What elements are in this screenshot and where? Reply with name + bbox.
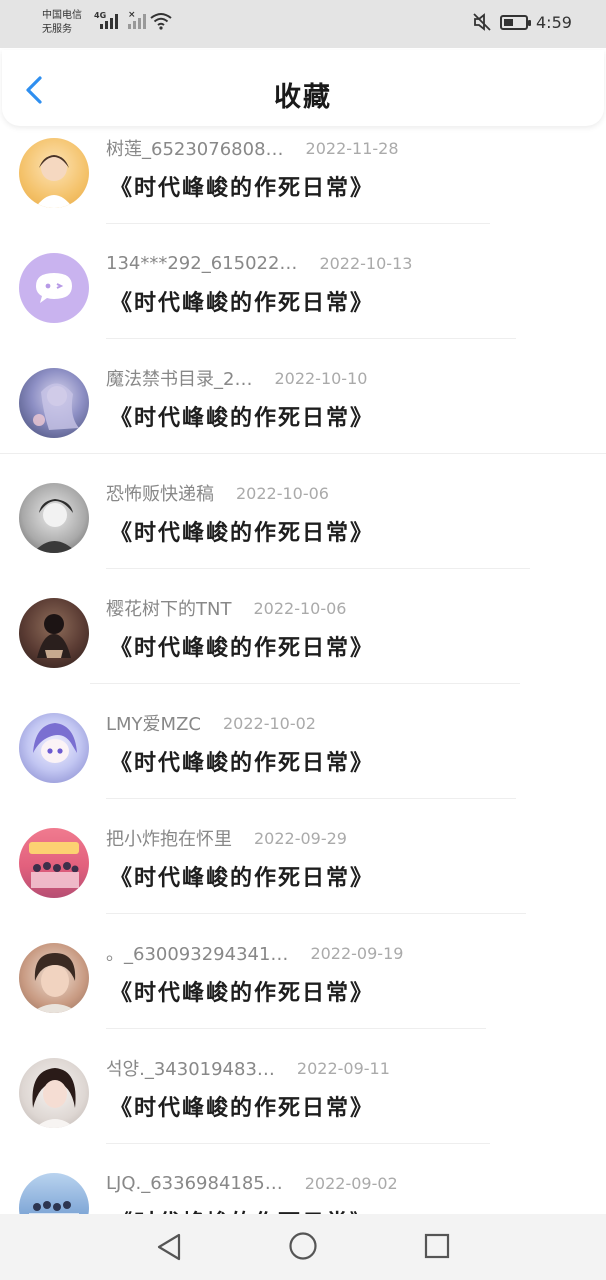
carrier-info: 中国电信 无服务 xyxy=(42,9,82,37)
username[interactable]: 把小炸抱在怀里 xyxy=(106,825,232,851)
book-title[interactable]: 《时代峰峻的作死日常》 xyxy=(110,515,374,547)
book-title[interactable]: 《时代峰峻的作死日常》 xyxy=(110,975,374,1007)
status-bar: 中国电信 无服务 4G × 4:59 xyxy=(0,0,606,48)
carrier-name: 中国电信 xyxy=(42,10,82,21)
date: 2022-09-29 xyxy=(254,828,347,848)
book-title[interactable]: 《时代峰峻的作死日常》 xyxy=(110,170,374,202)
username[interactable]: 。_630093294341… xyxy=(106,940,288,966)
list-item[interactable]: LJQ._6336984185… 2022-09-02 《时代峰峻的作死日常》 xyxy=(0,1161,606,1214)
list-item[interactable]: 魔法禁书目录_2… 2022-10-10 《时代峰峻的作死日常》 xyxy=(0,356,606,471)
item-meta: LJQ._6336984185… 2022-09-02 xyxy=(106,1171,398,1195)
divider xyxy=(106,223,490,224)
date: 2022-09-11 xyxy=(296,1058,390,1078)
item-meta: 。_630093294341… 2022-09-19 xyxy=(106,940,404,966)
nav-recents-icon[interactable] xyxy=(424,1233,450,1259)
item-meta: 134***292_615022… 2022-10-13 xyxy=(106,251,412,275)
favorites-list[interactable]: 树莲_6523076808… 2022-11-28 《时代峰峻的作死日常》 13… xyxy=(0,126,606,1214)
clock: 4:59 xyxy=(536,13,572,32)
divider xyxy=(106,1143,490,1144)
avatar[interactable] xyxy=(19,943,89,1013)
nav-back-icon[interactable] xyxy=(155,1232,183,1262)
avatar[interactable] xyxy=(19,1173,89,1214)
date: 2022-10-10 xyxy=(274,368,368,388)
nav-home-icon[interactable] xyxy=(288,1231,318,1261)
item-meta: 恐怖贩快递稿 2022-10-06 xyxy=(106,480,329,506)
avatar[interactable] xyxy=(19,1058,89,1128)
item-meta: 석양._343019483… 2022-09-11 xyxy=(106,1055,390,1081)
avatar[interactable] xyxy=(19,713,89,783)
avatar[interactable] xyxy=(19,253,89,323)
book-title[interactable]: 《时代峰峻的作死日常》 xyxy=(110,860,374,892)
username[interactable]: LJQ._6336984185… xyxy=(106,1173,283,1194)
avatar[interactable] xyxy=(19,828,89,898)
username[interactable]: 恐怖贩快递稿 xyxy=(106,480,214,506)
item-meta: LMY爱MZC 2022-10-02 xyxy=(106,710,316,736)
mute-icon xyxy=(473,13,491,31)
item-meta: 樱花树下的TNT 2022-10-06 xyxy=(106,595,347,621)
book-title[interactable]: 《时代峰峻的作死日常》 xyxy=(110,1205,374,1214)
page-title: 收藏 xyxy=(274,82,332,113)
list-item[interactable]: 樱花树下的TNT 2022-10-06 《时代峰峻的作死日常》 xyxy=(0,586,606,701)
service-status: 无服务 xyxy=(42,24,72,35)
date: 2022-10-02 xyxy=(222,713,316,733)
wifi-icon xyxy=(150,13,172,30)
avatar[interactable] xyxy=(19,138,89,208)
divider xyxy=(106,913,526,914)
date: 2022-09-19 xyxy=(310,943,404,963)
divider xyxy=(90,683,520,684)
username[interactable]: LMY爱MZC xyxy=(106,710,201,736)
signal-sim2-icon xyxy=(128,13,146,29)
list-item[interactable]: 把小炸抱在怀里 2022-09-29 《时代峰峻的作死日常》 xyxy=(0,816,606,931)
book-title[interactable]: 《时代峰峻的作死日常》 xyxy=(110,1090,374,1122)
divider xyxy=(106,798,516,799)
list-item[interactable]: 树莲_6523076808… 2022-11-28 《时代峰峻的作死日常》 xyxy=(0,126,606,241)
avatar[interactable] xyxy=(19,598,89,668)
system-nav-bar xyxy=(0,1214,606,1280)
avatar[interactable] xyxy=(19,368,89,438)
date: 2022-10-06 xyxy=(236,483,329,503)
book-title[interactable]: 《时代峰峻的作死日常》 xyxy=(110,745,374,777)
list-item[interactable]: 석양._343019483… 2022-09-11 《时代峰峻的作死日常》 xyxy=(0,1046,606,1161)
date: 2022-09-02 xyxy=(304,1173,398,1193)
book-title[interactable]: 《时代峰峻的作死日常》 xyxy=(110,400,374,432)
book-title[interactable]: 《时代峰峻的作死日常》 xyxy=(110,630,374,662)
battery-icon xyxy=(500,15,531,30)
divider xyxy=(106,338,516,339)
date: 2022-10-06 xyxy=(253,598,347,618)
avatar[interactable] xyxy=(19,483,89,553)
item-meta: 树莲_6523076808… 2022-11-28 xyxy=(106,135,399,161)
username[interactable]: 석양._343019483… xyxy=(106,1055,275,1081)
signal-icon xyxy=(100,13,118,29)
book-title[interactable]: 《时代峰峻的作死日常》 xyxy=(110,285,374,317)
divider xyxy=(106,568,530,569)
username[interactable]: 树莲_6523076808… xyxy=(106,135,284,161)
item-meta: 魔法禁书目录_2… 2022-10-10 xyxy=(106,365,368,391)
item-meta: 把小炸抱在怀里 2022-09-29 xyxy=(106,825,347,851)
date: 2022-10-13 xyxy=(319,253,413,273)
list-item[interactable]: LMY爱MZC 2022-10-02 《时代峰峻的作死日常》 xyxy=(0,701,606,816)
list-item[interactable]: 。_630093294341… 2022-09-19 《时代峰峻的作死日常》 xyxy=(0,931,606,1046)
app-header: 收藏 xyxy=(2,50,604,126)
username[interactable]: 樱花树下的TNT xyxy=(106,595,231,621)
list-item[interactable]: 恐怖贩快递稿 2022-10-06 《时代峰峻的作死日常》 xyxy=(0,471,606,586)
list-item[interactable]: 134***292_615022… 2022-10-13 《时代峰峻的作死日常》 xyxy=(0,241,606,356)
date: 2022-11-28 xyxy=(305,138,399,158)
divider xyxy=(0,453,606,454)
username[interactable]: 魔法禁书目录_2… xyxy=(106,365,252,391)
divider xyxy=(106,1028,486,1029)
username[interactable]: 134***292_615022… xyxy=(106,253,297,274)
